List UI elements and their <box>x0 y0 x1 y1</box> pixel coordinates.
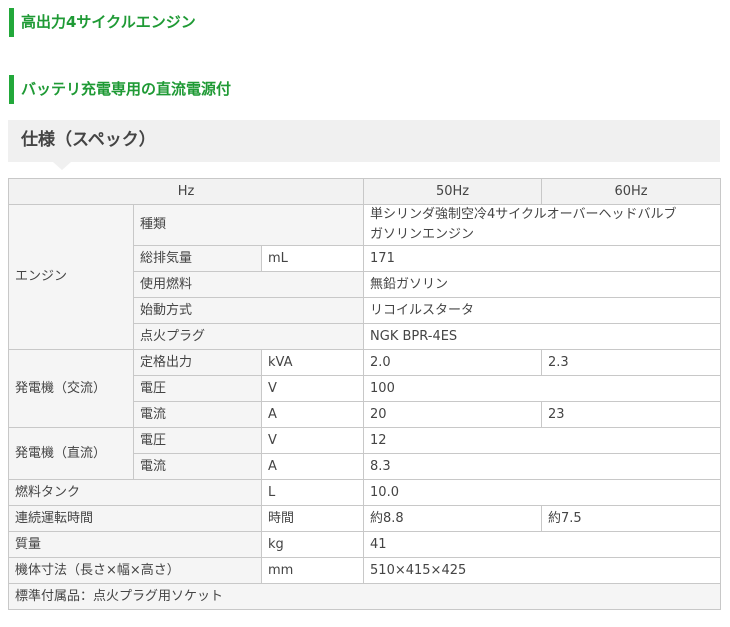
dimensions-value: 510×415×425 <box>363 557 722 584</box>
ac-output-60-value: 2.3 <box>541 349 722 376</box>
engine-type-value: 単シリンダ強制空冷4サイクルオーバーヘッドバルブ ガソリンエンジン <box>363 204 722 246</box>
table-row-runtime: 連続運転時間 時間 約8.8 約7.5 <box>8 505 722 532</box>
ac-group-label: 発電機（交流） <box>8 349 134 428</box>
dc-current-label: 電流 <box>133 453 262 480</box>
ac-voltage-label: 電圧 <box>133 375 262 402</box>
spec-table: Hz 50Hz 60Hz エンジン 種類 単シリンダ強制空冷4サイクルオーバーヘ… <box>7 178 722 610</box>
engine-type-label: 種類 <box>132 204 365 246</box>
spark-plug-label: 点火プラグ <box>132 323 365 350</box>
speech-pointer-icon <box>53 162 71 170</box>
hz-60-header-cell: 60Hz <box>541 178 722 205</box>
dc-group-label: 発電機（直流） <box>8 427 134 480</box>
runtime-60-value: 約7.5 <box>541 505 722 532</box>
hz-header-cell: Hz <box>7 178 365 205</box>
table-row-hz: Hz 50Hz 60Hz <box>7 178 722 205</box>
table-row-fuel-tank: 燃料タンク L 10.0 <box>8 479 722 506</box>
ac-output-50-value: 2.0 <box>363 349 543 376</box>
ac-output-unit: kVA <box>260 349 365 376</box>
dc-voltage-label: 電圧 <box>133 427 262 454</box>
table-row-weight: 質量 kg 41 <box>8 531 722 558</box>
ac-current-label: 電流 <box>133 401 262 428</box>
weight-value: 41 <box>363 531 722 558</box>
ac-output-label: 定格出力 <box>133 349 262 376</box>
runtime-50-value: 約8.8 <box>363 505 543 532</box>
spec-title-text: 仕様（スペック） <box>21 130 156 150</box>
displacement-label: 総排気量 <box>133 245 262 272</box>
dimensions-label: 機体寸法（長さ×幅×高さ） <box>8 557 262 584</box>
dc-voltage-value: 12 <box>363 427 722 454</box>
runtime-label: 連続運転時間 <box>8 505 262 532</box>
weight-label: 質量 <box>8 531 262 558</box>
start-method-value: リコイルスタータ <box>363 297 722 324</box>
table-row-ac-output: 発電機（交流） 定格出力 kVA 2.0 2.3 <box>8 349 722 428</box>
runtime-unit: 時間 <box>260 505 365 532</box>
engine-type-value-line1: 単シリンダ強制空冷4サイクルオーバーヘッドバルブ <box>370 207 677 222</box>
dc-current-unit: A <box>260 453 365 480</box>
fuel-tank-unit: L <box>260 479 365 506</box>
ac-current-60-value: 23 <box>541 401 722 428</box>
table-row-accessories: 標準付属品：点火プラグ用ソケット <box>7 583 722 610</box>
table-row-engine-type: エンジン 種類 単シリンダ強制空冷4サイクルオーバーヘッドバルブ ガソリンエンジ… <box>8 204 722 350</box>
spec-section-title: 仕様（スペック） <box>8 120 720 170</box>
spark-plug-value: NGK BPR-4ES <box>363 323 722 350</box>
engine-group-label: エンジン <box>8 204 134 350</box>
engine-type-value-line2: ガソリンエンジン <box>370 227 475 242</box>
fuel-label: 使用燃料 <box>132 271 365 298</box>
ac-current-50-value: 20 <box>363 401 543 428</box>
table-row-dc-voltage: 発電機（直流） 電圧 V 12 <box>8 427 722 480</box>
fuel-value: 無鉛ガソリン <box>363 271 722 298</box>
dimensions-unit: mm <box>260 557 365 584</box>
fuel-tank-value: 10.0 <box>363 479 722 506</box>
weight-unit: kg <box>260 531 365 558</box>
table-row-dimensions: 機体寸法（長さ×幅×高さ） mm 510×415×425 <box>8 557 722 584</box>
accessories-note: 標準付属品：点火プラグ用ソケット <box>7 583 722 610</box>
displacement-value: 171 <box>363 245 722 272</box>
displacement-unit: mL <box>260 245 365 272</box>
ac-voltage-value: 100 <box>363 375 722 402</box>
dc-current-value: 8.3 <box>363 453 722 480</box>
feature-heading-dc-power: バッテリ充電専用の直流電源付 <box>9 75 720 104</box>
start-method-label: 始動方式 <box>132 297 365 324</box>
ac-voltage-unit: V <box>260 375 365 402</box>
hz-50-header-cell: 50Hz <box>363 178 543 205</box>
dc-voltage-unit: V <box>260 427 365 454</box>
ac-current-unit: A <box>260 401 365 428</box>
fuel-tank-label: 燃料タンク <box>8 479 262 506</box>
feature-heading-engine: 高出力4サイクルエンジン <box>9 8 720 37</box>
